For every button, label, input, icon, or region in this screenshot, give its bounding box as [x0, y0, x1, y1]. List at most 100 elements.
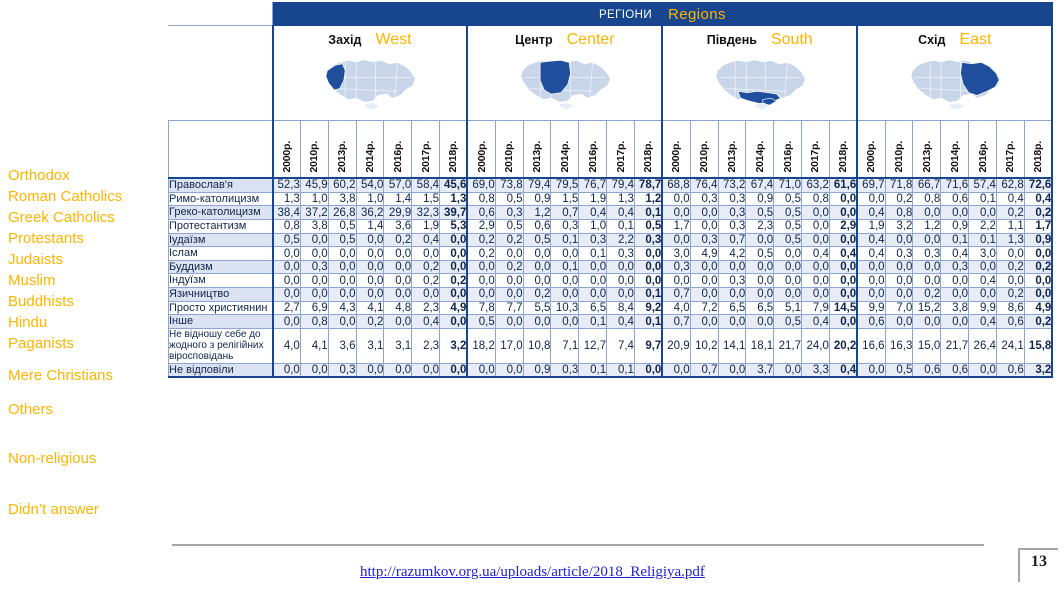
region-title-west: Захід West: [274, 26, 467, 49]
cell-south-2016-non-religious: 21,7: [773, 328, 803, 364]
cell-south-2013-roman-catholics: 0,3: [717, 191, 747, 207]
row-label-non-religious: Не відношу себе до жодного з релігійних …: [168, 328, 273, 364]
cell-east-2013-buddhists: 0,0: [912, 259, 942, 275]
region-header-south: Південь South: [661, 25, 859, 121]
year-header-east-2: 2013р.: [912, 120, 942, 179]
cell-south-2017-muslim: 0,4: [801, 246, 830, 261]
legend-item-mere-christians: Mere Christians: [8, 367, 114, 384]
year-label: 2010р.: [503, 140, 516, 173]
cell-center-2014-protestants: 0,3: [550, 218, 580, 234]
row-label-hindu: Індуїзм: [168, 273, 273, 289]
cell-south-2014-buddhists: 0,0: [745, 259, 775, 275]
table-row: Римо-католицизм 1,3 1,0 3,8 1,0 1,4 1,5 1,3 0,8 0…: [168, 191, 1054, 207]
legend-item-buddhists: Buddhists: [8, 293, 74, 310]
cell-south-2016-orthodox: 71,0: [773, 176, 803, 193]
cell-east-2018-mere-christians: 4,9: [1023, 300, 1054, 316]
cell-center-2017-protestants: 0,1: [606, 218, 635, 234]
cell-west-2016-roman-catholics: 1,4: [383, 191, 413, 207]
cell-south-2017-judaists: 0,0: [801, 232, 830, 248]
cell-south-2018-didn-t-answer: 0,4: [828, 362, 859, 379]
cell-west-2000-non-religious: 4,0: [271, 328, 301, 364]
cell-south-2018-mere-christians: 14,5: [828, 300, 859, 316]
cell-south-2016-didn-t-answer: 0,0: [773, 362, 803, 379]
ukraine-map-east-icon: [910, 59, 1001, 111]
legend-item-didn-t-answer: Didn’t answer: [8, 501, 99, 518]
cell-west-2016-didn-t-answer: 0,0: [383, 362, 413, 379]
cell-south-2017-hindu: 0,0: [801, 273, 830, 289]
cell-west-2017-protestants: 1,9: [411, 218, 441, 234]
cell-south-2010-orthodox: 76,4: [689, 176, 719, 193]
cell-west-2016-paganists: 0,0: [383, 287, 413, 302]
cell-west-2013-didn-t-answer: 0,3: [327, 362, 357, 379]
cell-west-2017-judaists: 0,4: [411, 232, 441, 248]
cell-center-2016-muslim: 0,1: [578, 246, 608, 261]
cell-center-2010-orthodox: 73,8: [494, 176, 524, 193]
cell-south-2014-didn-t-answer: 3,7: [745, 362, 775, 379]
regions-bar: РЕГІОНИ Regions: [272, 2, 1053, 26]
cell-west-2018-others: 0,0: [439, 314, 469, 330]
cell-south-2018-non-religious: 20,2: [828, 328, 859, 364]
cell-west-2000-judaists: 0,5: [271, 232, 301, 248]
cell-east-2016-mere-christians: 9,9: [968, 300, 997, 316]
cell-south-2017-others: 0,4: [801, 314, 830, 330]
year-header-south-4: 2016р.: [773, 120, 803, 179]
region-name-ua: Центр: [515, 33, 553, 47]
ukraine-map-west-icon: [325, 59, 416, 111]
region-head-row: Захід West Центр Center Південь South Схід East: [168, 25, 1054, 121]
table-row: Іудаїзм 0,5 0,0 0,5 0,0 0,2 0,4 0,0 0,2 0,2 0,5 0,1…: [168, 232, 1054, 248]
year-header-east-3: 2014р.: [940, 120, 970, 179]
cell-east-2010-judaists: 0,0: [884, 232, 914, 248]
cell-west-2010-protestants: 3,8: [299, 218, 329, 234]
cell-west-2010-mere-christians: 6,9: [299, 300, 329, 316]
cell-west-2016-buddhists: 0,0: [383, 259, 413, 275]
cell-south-2013-orthodox: 73,2: [717, 176, 747, 193]
table-row: Іслам 0,0 0,0 0,0 0,0 0,0 0,0 0,0 0,2 0,0 0,0 0,0 0,…: [168, 246, 1054, 261]
cell-south-2010-buddhists: 0,0: [689, 259, 719, 275]
year-header-west-3: 2014р.: [355, 120, 385, 179]
cell-west-2014-protestants: 1,4: [355, 218, 385, 234]
cell-south-2014-protestants: 2,3: [745, 218, 775, 234]
cell-east-2014-roman-catholics: 0,6: [940, 191, 970, 207]
cell-east-2016-judaists: 0,1: [968, 232, 997, 248]
cell-east-2013-didn-t-answer: 0,6: [912, 362, 942, 379]
region-header-west: Захід West: [271, 25, 469, 121]
cell-east-2016-paganists: 0,0: [968, 287, 997, 302]
year-label: 2010р.: [698, 140, 711, 173]
cell-west-2017-greek-catholics: 32,3: [411, 205, 441, 220]
cell-center-2018-orthodox: 78,7: [633, 176, 664, 193]
cell-south-2000-protestants: 1,7: [661, 218, 691, 234]
cell-east-2000-greek-catholics: 0,4: [856, 205, 886, 220]
source-link[interactable]: http://razumkov.org.ua/uploads/article/2…: [360, 564, 705, 581]
cell-west-2016-orthodox: 57,0: [383, 176, 413, 193]
row-label-others: Інше: [168, 314, 273, 330]
year-label: 2016р.: [391, 140, 404, 173]
year-label: 2010р.: [892, 140, 905, 173]
cell-center-2016-others: 0,1: [578, 314, 608, 330]
cell-south-2010-others: 0,0: [689, 314, 719, 330]
cell-east-2018-didn-t-answer: 3,2: [1023, 362, 1054, 379]
year-header-east-6: 2018р.: [1023, 120, 1054, 179]
cell-center-2018-protestants: 0,5: [633, 218, 664, 234]
cell-west-2010-orthodox: 45,9: [299, 176, 329, 193]
cell-south-2016-muslim: 0,0: [773, 246, 803, 261]
cell-center-2014-greek-catholics: 0,7: [550, 205, 580, 220]
cell-center-2000-orthodox: 69,0: [466, 176, 496, 193]
cell-east-2017-didn-t-answer: 0,6: [995, 362, 1025, 379]
cell-west-2014-paganists: 0,0: [355, 287, 385, 302]
cell-center-2018-buddhists: 0,0: [633, 259, 664, 275]
cell-south-2013-buddhists: 0,0: [717, 259, 747, 275]
cell-west-2014-mere-christians: 4,1: [355, 300, 385, 316]
cell-west-2018-greek-catholics: 39,7: [439, 205, 469, 220]
year-label: 2013р.: [920, 140, 933, 173]
cell-center-2010-protestants: 0,5: [494, 218, 524, 234]
year-header-west-4: 2016р.: [383, 120, 413, 179]
cell-west-2000-roman-catholics: 1,3: [271, 191, 301, 207]
row-label-roman-catholics: Римо-католицизм: [168, 191, 273, 207]
cell-east-2000-roman-catholics: 0,0: [856, 191, 886, 207]
table-body: Православ'я 52,3 45,9 60,2 54,0 57,0 58,4 45,6 6…: [168, 176, 1054, 379]
cell-south-2000-orthodox: 68,8: [661, 176, 691, 193]
cell-east-2014-others: 0,0: [940, 314, 970, 330]
cell-west-2018-muslim: 0,0: [439, 246, 469, 261]
cell-east-2017-hindu: 0,0: [995, 273, 1025, 289]
cell-south-2017-didn-t-answer: 3,3: [801, 362, 830, 379]
